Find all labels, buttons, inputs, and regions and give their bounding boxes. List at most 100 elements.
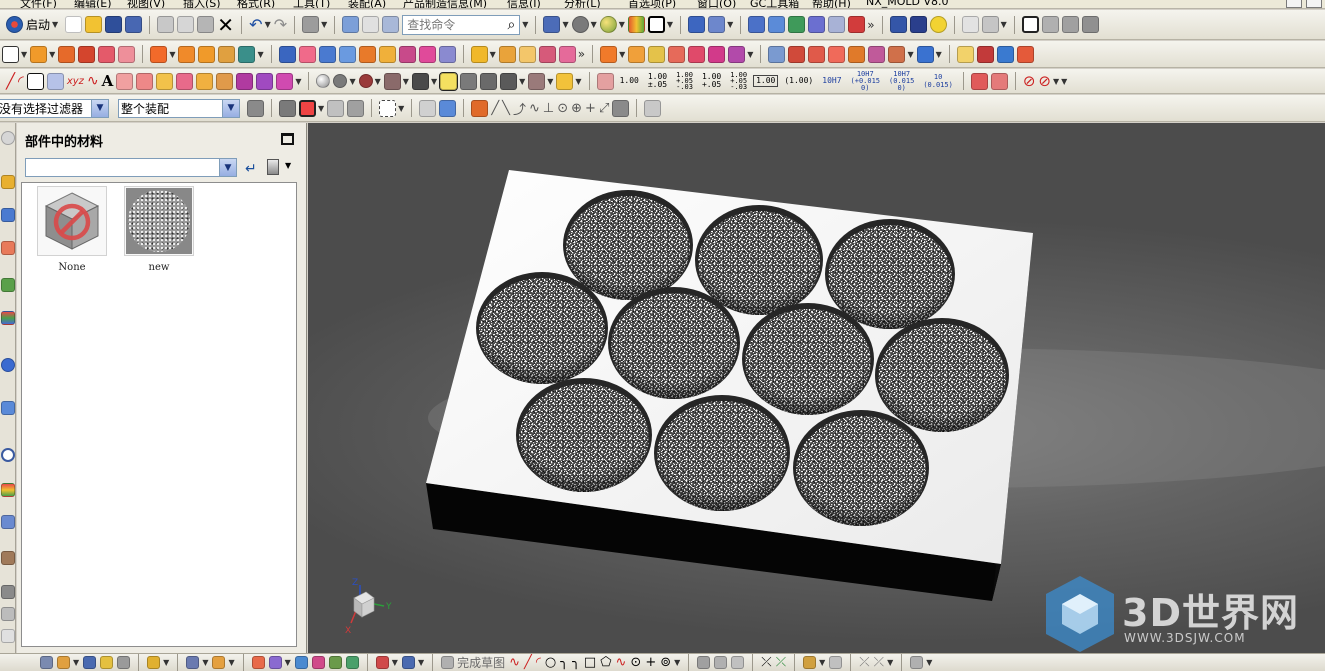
- pattern-feature-icon[interactable]: [298, 45, 316, 63]
- web-browser-icon[interactable]: [808, 16, 826, 33]
- constraint-navigator-tab-icon[interactable]: [1, 208, 15, 222]
- shaded-sphere-icon[interactable]: [599, 16, 617, 33]
- shell-icon[interactable]: [218, 45, 236, 63]
- studio-surface-icon[interactable]: [976, 45, 994, 63]
- sketch-studio-spline-icon[interactable]: ∿: [616, 655, 627, 670]
- paste-icon[interactable]: [197, 16, 215, 33]
- menu-gc-toolkit[interactable]: GC工具箱: [750, 0, 799, 8]
- layout-icon[interactable]: [40, 656, 53, 669]
- datum-plane-icon[interactable]: [30, 45, 48, 63]
- move-face-icon[interactable]: [470, 45, 488, 63]
- touch-mode-icon[interactable]: [382, 16, 400, 33]
- tolerance-fit-button-1[interactable]: 10H7: [819, 77, 844, 85]
- relations-icon[interactable]: ⤫: [859, 655, 869, 670]
- move-to-layer-icon[interactable]: [909, 16, 927, 33]
- snap-grid-icon[interactable]: [644, 99, 662, 117]
- panel-layout-icon[interactable]: [1041, 16, 1059, 33]
- pmi-dimension-icon[interactable]: [596, 72, 614, 90]
- no-symbol-icon[interactable]: ⊘: [1023, 72, 1036, 90]
- system-materials-icon[interactable]: [788, 16, 806, 33]
- roles-tab-icon[interactable]: [1, 585, 15, 599]
- menu-file[interactable]: 文件(F): [20, 0, 57, 8]
- draft-icon[interactable]: [378, 45, 396, 63]
- snap-existing-point-icon[interactable]: +: [585, 101, 596, 116]
- repeat-command-icon[interactable]: [302, 16, 320, 33]
- palette-tab-icon[interactable]: [1, 311, 15, 325]
- gate-icon[interactable]: [251, 656, 265, 669]
- electrode-icon[interactable]: [186, 656, 200, 669]
- history-icon[interactable]: [768, 16, 786, 33]
- xyz-point-icon[interactable]: xyz: [67, 76, 84, 87]
- command-search-input[interactable]: 查找命令 ⌕: [402, 14, 521, 35]
- precision-button-1[interactable]: 1.00: [617, 77, 642, 85]
- menu-preferences[interactable]: 首选项(P): [628, 0, 676, 8]
- assembly-navigator-tab-icon[interactable]: [1, 175, 15, 189]
- redo-icon[interactable]: ↷: [274, 15, 287, 34]
- copy-icon[interactable]: [177, 16, 195, 33]
- snap-midpoint-icon[interactable]: ╲: [502, 101, 510, 116]
- detail-view-icon[interactable]: [117, 656, 131, 669]
- bridge-curve-icon[interactable]: [156, 72, 174, 90]
- extrude-icon[interactable]: [58, 45, 76, 63]
- sketch-arc-icon[interactable]: ◜: [536, 655, 541, 670]
- unite-icon[interactable]: [150, 45, 168, 63]
- menu-help[interactable]: 帮助(H): [812, 0, 851, 8]
- analysis-surface-icon[interactable]: [981, 16, 999, 33]
- edge-blend-icon[interactable]: [178, 45, 196, 63]
- render-style-icon[interactable]: [571, 16, 589, 33]
- menu-edit[interactable]: 编辑(E): [74, 0, 112, 8]
- window-restore-button[interactable]: [1286, 0, 1302, 8]
- sketch-ellipse-icon[interactable]: ⊚: [660, 655, 671, 670]
- precision-button-3[interactable]: 1.00 +.05 -.03: [673, 72, 696, 91]
- render-box-icon[interactable]: [383, 72, 401, 90]
- extract-curve-icon[interactable]: [256, 72, 274, 90]
- drafting-view-icon[interactable]: [57, 656, 70, 669]
- assembly-constraint-icon[interactable]: [628, 45, 646, 63]
- intersection-curve-icon[interactable]: [196, 72, 214, 90]
- exploded-view-icon[interactable]: [688, 45, 706, 63]
- history-tab-icon[interactable]: [1, 401, 15, 415]
- snap-icon[interactable]: [362, 16, 380, 33]
- mirror-feature-icon[interactable]: [278, 45, 296, 63]
- helix-icon[interactable]: [116, 72, 134, 90]
- project-curve-icon[interactable]: [176, 72, 194, 90]
- precision-button-5[interactable]: 1.00 +.05 -.03: [727, 72, 750, 91]
- maximize-icon[interactable]: [281, 133, 294, 145]
- start-button[interactable]: 启动 ▼: [2, 16, 62, 33]
- relations-2-icon[interactable]: ⤫: [874, 655, 884, 670]
- tolerance-fit-button-4[interactable]: 10 (0.015): [920, 73, 956, 89]
- tolerance-fit-button-2[interactable]: 10H7 (+0.015 0): [848, 70, 884, 92]
- search-icon[interactable]: ⌕: [507, 17, 515, 33]
- studio-spec-icon[interactable]: [556, 72, 574, 90]
- split-body-icon[interactable]: [338, 45, 356, 63]
- open-folder-icon[interactable]: [85, 16, 103, 33]
- menu-pmi[interactable]: 产品制造信息(M): [403, 0, 487, 8]
- sketch-tools-icon[interactable]: [910, 656, 924, 669]
- scale-body-icon[interactable]: [418, 45, 436, 63]
- text-icon[interactable]: A: [102, 72, 114, 90]
- spline-icon[interactable]: ∿: [87, 73, 99, 89]
- sketch-dimension-icon[interactable]: [401, 656, 415, 669]
- analysis-curve-icon[interactable]: [961, 16, 979, 33]
- new-file-icon[interactable]: [65, 16, 83, 33]
- system-scene-tab-icon[interactable]: [1, 607, 15, 621]
- edit-section-icon[interactable]: [627, 16, 645, 33]
- view-options-dropdown-icon[interactable]: ▼: [285, 161, 291, 170]
- stage-icon[interactable]: [500, 72, 518, 90]
- synchronous-icon[interactable]: [438, 45, 456, 63]
- offset-curve-icon[interactable]: [136, 72, 154, 90]
- web-browser-tab-icon[interactable]: [1, 358, 15, 372]
- panel-layout-3-icon[interactable]: [1081, 16, 1099, 33]
- wave-link-icon[interactable]: [728, 45, 746, 63]
- show-body-icon[interactable]: [439, 99, 457, 117]
- constraint-icon[interactable]: ⤫: [761, 655, 771, 670]
- menu-information[interactable]: 信息(I): [507, 0, 541, 8]
- selection-filter-icon[interactable]: [247, 99, 264, 117]
- delete-face-icon[interactable]: [538, 45, 556, 63]
- composite-curve-icon[interactable]: [236, 72, 254, 90]
- break-view-icon[interactable]: [100, 656, 114, 669]
- menu-assemblies[interactable]: 装配(A): [348, 0, 386, 8]
- add-component-icon[interactable]: [600, 45, 618, 63]
- hole-icon[interactable]: [238, 45, 256, 63]
- polygon-icon[interactable]: [46, 72, 64, 90]
